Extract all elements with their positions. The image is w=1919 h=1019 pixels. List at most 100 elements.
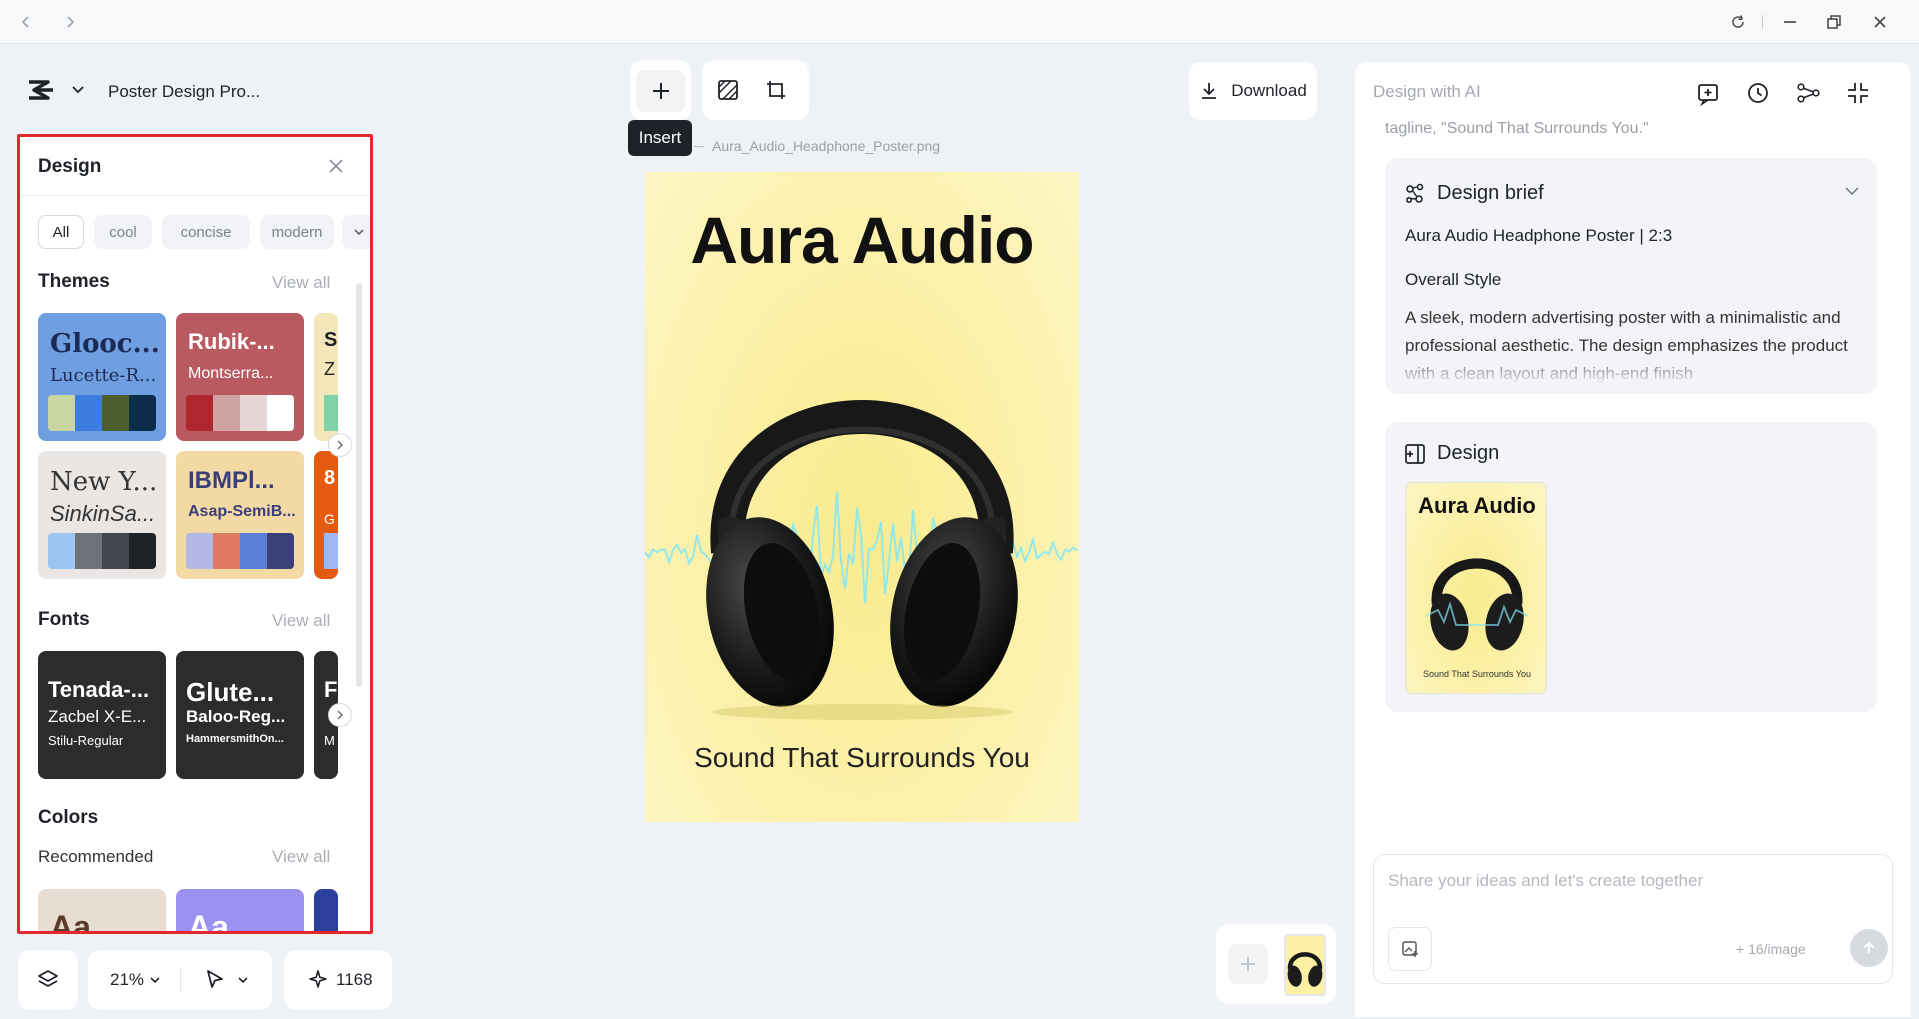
arrow-up-icon (1863, 941, 1875, 953)
theme-title: Rubik-... (188, 329, 275, 354)
reload-icon[interactable] (1726, 10, 1750, 34)
send-button[interactable] (1850, 929, 1888, 967)
resize-tool-icon[interactable] (764, 78, 788, 102)
themes-view-all-link[interactable]: View all (272, 273, 330, 293)
back-icon[interactable] (14, 10, 38, 34)
panel-scrollbar[interactable] (356, 283, 362, 687)
filter-chip-cool[interactable]: cool (94, 215, 152, 249)
collapse-icon[interactable] (1845, 80, 1871, 106)
page-thumbnail[interactable] (1284, 934, 1326, 996)
plus-icon (1241, 957, 1255, 971)
layers-button[interactable] (18, 950, 78, 1010)
filter-chip-all[interactable]: All (38, 215, 84, 249)
project-menu-chevron-icon[interactable] (70, 82, 86, 98)
theme-swatches (186, 395, 294, 431)
filters-expand-chevron-icon[interactable] (342, 215, 372, 249)
close-panel-icon[interactable] (325, 155, 347, 177)
panel-divider (18, 195, 372, 196)
zoom-pointer-toolbar: 21% (88, 950, 272, 1010)
toolbar-divider (180, 968, 181, 992)
color-tile-label: Aa (50, 909, 91, 933)
chat-composer: + 16/image (1373, 854, 1893, 984)
title-bar (0, 0, 1919, 44)
add-page-button[interactable] (1228, 944, 1268, 984)
thumbnail-tagline: Sound That Surrounds You (1423, 669, 1531, 679)
color-tile-partial[interactable] (314, 889, 338, 933)
theme-subtitle: Lucette-R... (50, 365, 157, 386)
theme-title: New Y... (50, 467, 158, 497)
zoom-level[interactable]: 21% (110, 970, 144, 990)
attach-image-button[interactable] (1388, 927, 1432, 971)
design-result-title: Design (1437, 442, 1500, 464)
theme-tile[interactable]: Rubik-... Montserra... (176, 313, 304, 441)
app-logo-icon[interactable] (26, 78, 56, 102)
titlebar-divider (1762, 15, 1763, 29)
fonts-scroll-right-icon[interactable] (328, 703, 352, 727)
headphones-image[interactable] (692, 302, 1032, 722)
design-thumbnail[interactable]: Aura Audio Sound That Surrounds You (1405, 482, 1547, 694)
color-tile-label: Aa (188, 909, 229, 933)
sparkle-icon (308, 969, 328, 989)
project-title[interactable]: Poster Design Pro... (108, 82, 260, 102)
themes-title: Themes (38, 271, 110, 292)
brief-style-label: Overall Style (1405, 270, 1502, 289)
theme-tile[interactable]: IBMPl... Asap-SemiB... (176, 451, 304, 579)
theme-swatches (48, 533, 156, 569)
font-tile[interactable]: Glute... Baloo-Reg... HammersmithOn... (176, 651, 304, 779)
brief-headline: Aura Audio Headphone Poster | 2:3 (1405, 226, 1673, 245)
pointer-chevron-icon[interactable] (236, 973, 250, 987)
zoom-chevron-icon[interactable] (148, 973, 162, 987)
theme-tile-partial[interactable]: S Z (314, 313, 338, 441)
color-tile[interactable]: Aa (176, 889, 304, 933)
minimize-icon[interactable] (1778, 10, 1802, 34)
font-tertiary: Stilu-Regular (48, 733, 124, 748)
font-tertiary: M (324, 733, 335, 748)
themes-scroll-right-icon[interactable] (328, 433, 352, 457)
filter-chip-modern[interactable]: modern (260, 215, 334, 249)
theme-subtitle: Z (324, 359, 335, 379)
page-thumbnails (1216, 924, 1336, 1004)
poster-canvas[interactable]: Aura Audio Sound That Surrounds You (645, 172, 1079, 822)
image-add-icon (1402, 941, 1418, 957)
forward-icon[interactable] (58, 10, 82, 34)
brief-collapse-chevron-icon[interactable] (1843, 182, 1861, 200)
restore-icon[interactable] (1822, 10, 1846, 34)
colors-view-all-link[interactable]: View all (272, 847, 330, 867)
design-frame-icon (1403, 442, 1427, 466)
font-primary: Glute... (186, 677, 275, 707)
background-tool-icon[interactable] (716, 78, 740, 102)
poster-title[interactable]: Aura Audio (645, 202, 1079, 278)
theme-tile-partial[interactable]: 8 G (314, 451, 338, 579)
font-tile[interactable]: Tenada-... Zacbel X-E... Stilu-Regular (38, 651, 166, 779)
font-secondary: Baloo-Reg... (186, 707, 286, 726)
plus-icon (652, 83, 669, 99)
font-secondary: Zacbel X-E... (48, 707, 147, 726)
theme-title: Glooc... (50, 329, 160, 359)
insert-button[interactable] (636, 70, 685, 112)
chat-input[interactable] (1388, 871, 1868, 891)
theme-swatch (324, 533, 338, 569)
font-primary: Tenada-... (48, 677, 150, 702)
history-icon[interactable] (1745, 80, 1771, 106)
filter-chip-concise[interactable]: concise (162, 215, 250, 249)
download-icon (1202, 83, 1217, 99)
font-primary: F (324, 677, 338, 702)
design-panel: Design All cool concise modern Themes Vi… (18, 135, 372, 933)
color-tile[interactable]: Aa (38, 889, 166, 933)
credits-button[interactable]: 1168 (284, 950, 392, 1010)
layers-icon (38, 970, 58, 987)
brief-nodes-icon (1403, 182, 1427, 206)
close-window-icon[interactable] (1868, 10, 1892, 34)
filename-dash (694, 146, 704, 147)
canvas-filename: Aura_Audio_Headphone_Poster.png (712, 138, 941, 154)
share-icon[interactable] (1795, 80, 1821, 106)
fonts-view-all-link[interactable]: View all (272, 611, 330, 631)
download-button[interactable]: Download (1189, 62, 1317, 120)
pointer-tool-icon[interactable] (204, 968, 226, 990)
design-brief-card: Design brief Aura Audio Headphone Poster… (1385, 158, 1877, 394)
poster-tagline[interactable]: Sound That Surrounds You (645, 742, 1079, 774)
theme-tile[interactable]: Glooc... Lucette-R... (38, 313, 166, 441)
theme-tile[interactable]: New Y... SinkinSa... (38, 451, 166, 579)
theme-subtitle: SinkinSa... (50, 501, 156, 526)
new-chat-icon[interactable] (1695, 80, 1721, 106)
